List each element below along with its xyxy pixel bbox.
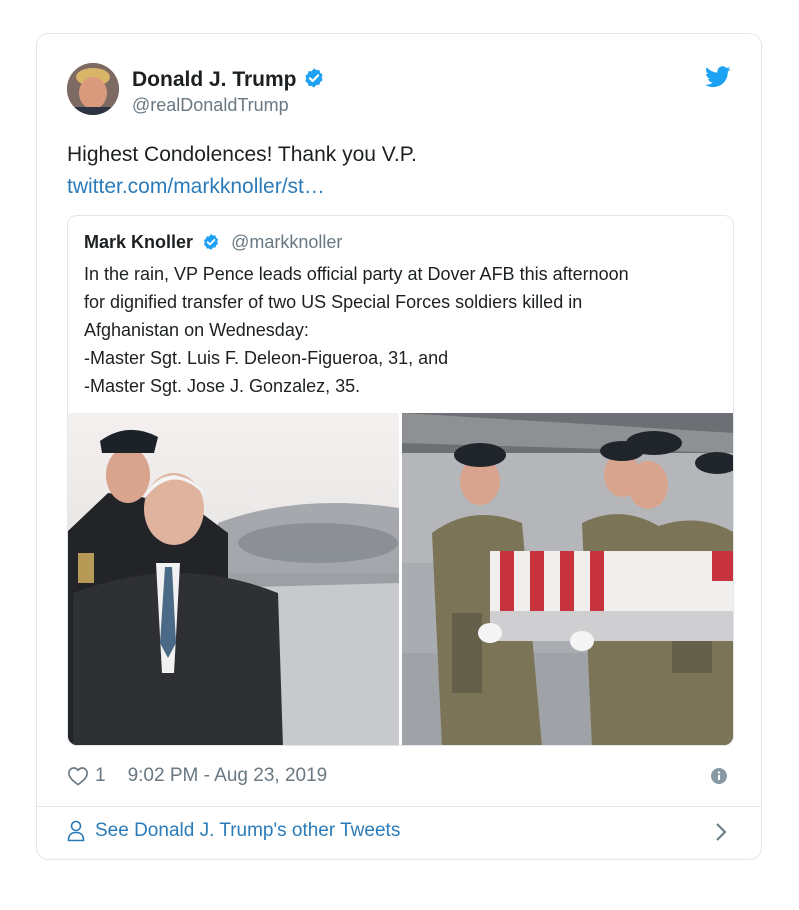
heart-icon[interactable] <box>67 766 89 786</box>
quoted-text-line: -Master Sgt. Jose J. Gonzalez, 35. <box>84 376 361 396</box>
quoted-tweet[interactable]: Mark Knoller @markknoller In the rain, V… <box>67 215 734 746</box>
tweet-timestamp[interactable]: 9:02 PM - Aug 23, 2019 <box>128 765 328 787</box>
embedded-tweet-card: Donald J. Trump @realDonaldTrump Highest… <box>36 33 762 860</box>
person-icon <box>67 820 85 842</box>
author-name[interactable]: Donald J. Trump <box>132 67 325 92</box>
quoted-text-line: -Master Sgt. Luis F. Deleon-Figueroa, 31… <box>84 348 449 368</box>
quoted-author-name[interactable]: Mark Knoller <box>84 232 193 252</box>
tweet-text: Highest Condolences! Thank you V.P. <box>67 143 417 166</box>
twitter-bird-icon[interactable] <box>705 66 731 88</box>
info-icon[interactable] <box>711 768 727 784</box>
see-other-tweets-link[interactable]: See Donald J. Trump's other Tweets <box>67 820 400 842</box>
author-handle[interactable]: @realDonaldTrump <box>132 95 289 116</box>
chevron-right-icon[interactable] <box>715 822 727 842</box>
see-other-tweets-label[interactable]: See Donald J. Trump's other Tweets <box>95 820 400 842</box>
tweet-meta: 1 9:02 PM - Aug 23, 2019 <box>67 764 327 788</box>
quoted-tweet-header: Mark Knoller @markknoller <box>84 232 342 253</box>
photo-dignified-transfer[interactable] <box>402 413 733 745</box>
verified-badge-icon <box>304 68 323 88</box>
like-count[interactable]: 1 <box>95 765 106 787</box>
quoted-tweet-media <box>68 413 733 745</box>
quoted-text-line: for dignified transfer of two US Special… <box>84 292 583 312</box>
author-avatar[interactable] <box>67 63 119 115</box>
tweet-link[interactable]: twitter.com/markknoller/st… <box>67 172 325 202</box>
quoted-text-line: In the rain, VP Pence leads official par… <box>84 264 629 284</box>
quoted-text-line: Afghanistan on Wednesday: <box>84 320 309 340</box>
footer-divider <box>37 806 761 807</box>
quoted-tweet-text: In the rain, VP Pence leads official par… <box>84 260 724 400</box>
quoted-author-handle[interactable]: @markknoller <box>231 232 342 252</box>
photo-vp-and-officer[interactable] <box>68 413 399 745</box>
author-name-text[interactable]: Donald J. Trump <box>132 68 297 91</box>
verified-badge-icon <box>203 234 219 250</box>
